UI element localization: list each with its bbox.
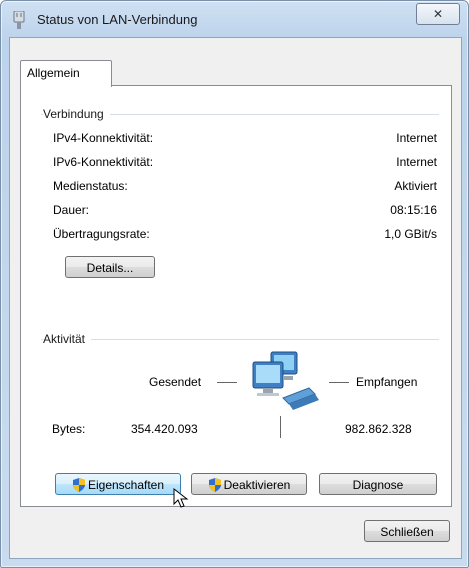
duration-value: 08:15:16 bbox=[390, 203, 437, 217]
ipv4-value: Internet bbox=[396, 131, 437, 145]
media-status-label: Medienstatus: bbox=[53, 179, 128, 193]
received-line bbox=[329, 382, 349, 383]
details-button[interactable]: Details... bbox=[65, 256, 155, 278]
group-label-aktivitaet: Aktivität bbox=[43, 332, 92, 346]
sent-label: Gesendet bbox=[149, 375, 202, 389]
properties-button[interactable]: Eigenschaften bbox=[55, 473, 181, 495]
title-bar[interactable]: Status von LAN-Verbindung ✕ bbox=[1, 1, 468, 37]
bytes-label: Bytes: bbox=[52, 422, 86, 436]
diagnose-button[interactable]: Diagnose bbox=[319, 473, 437, 495]
network-plug-icon bbox=[13, 11, 25, 29]
ipv4-label: IPv4-Konnektivität: bbox=[53, 131, 154, 145]
activity-divider bbox=[280, 416, 281, 438]
speed-value: 1,0 GBit/s bbox=[384, 227, 437, 241]
sent-line bbox=[217, 382, 237, 383]
close-icon: ✕ bbox=[432, 7, 444, 21]
uac-shield-icon bbox=[72, 478, 85, 492]
bytes-sent-value: 354.420.093 bbox=[131, 422, 198, 436]
group-label-verbindung: Verbindung bbox=[43, 107, 110, 121]
media-status-value: Aktiviert bbox=[394, 179, 437, 193]
tab-panel-allgemein: Verbindung IPv4-Konnektivität: Internet … bbox=[20, 85, 452, 508]
ipv6-value: Internet bbox=[396, 155, 437, 169]
duration-label: Dauer: bbox=[53, 203, 90, 217]
dialog-window: Status von LAN-Verbindung ✕ Allgemein Ve… bbox=[0, 0, 469, 568]
close-window-button[interactable]: ✕ bbox=[416, 3, 460, 25]
window-title: Status von LAN-Verbindung bbox=[37, 12, 198, 27]
speed-label: Übertragungsrate: bbox=[53, 227, 150, 241]
tab-label: Allgemein bbox=[27, 66, 80, 80]
bytes-received-value: 982.862.328 bbox=[345, 422, 412, 436]
close-button[interactable]: Schließen bbox=[364, 520, 450, 542]
mouse-cursor-icon bbox=[173, 488, 189, 508]
uac-shield-icon bbox=[208, 478, 221, 492]
tab-allgemein[interactable]: Allgemein bbox=[20, 60, 112, 87]
network-computers-icon bbox=[252, 351, 319, 410]
received-label: Empfangen bbox=[356, 375, 418, 389]
ipv6-label: IPv6-Konnektivität: bbox=[53, 155, 154, 169]
properties-label: Eigenschaften bbox=[87, 478, 165, 492]
disable-button[interactable]: Deaktivieren bbox=[191, 473, 307, 495]
disable-label: Deaktivieren bbox=[223, 478, 291, 492]
group-divider bbox=[41, 339, 439, 340]
dialog-client-area: Allgemein Verbindung IPv4-Konnektivität:… bbox=[9, 37, 462, 559]
